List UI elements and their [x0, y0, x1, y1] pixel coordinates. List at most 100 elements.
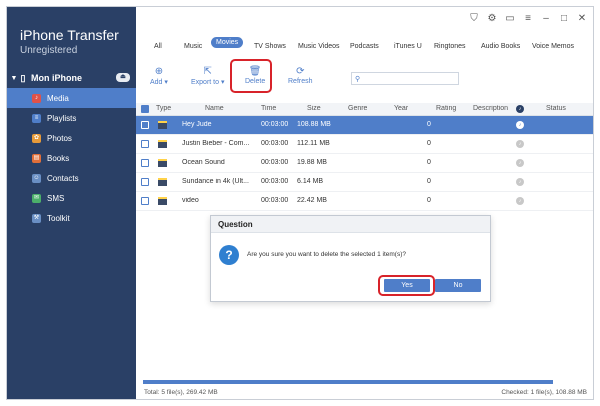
tab-all[interactable]: All [154, 43, 162, 50]
sidebar-item-media[interactable]: ♪ Media [7, 88, 136, 108]
sidebar-nav: ♪ Media ≡ Playlists ✿ Photos ▤ Books ☺ C… [7, 88, 136, 228]
cell-name: Justin Bieber - Com... [182, 140, 250, 147]
table-row[interactable]: Hey Jude 00:03:00 108.88 MB 0 ♪ [136, 116, 593, 135]
tab-ringtones[interactable]: Ringtones [434, 43, 466, 50]
sidebar-item-playlists[interactable]: ≡ Playlists [7, 108, 136, 128]
photos-icon: ✿ [32, 133, 41, 143]
sidebar-item-label: Contacts [47, 173, 79, 183]
table-row[interactable]: Ocean Sound 00:03:00 19.88 MB 0 ♪ [136, 154, 593, 173]
add-dropdown-icon[interactable]: ▾ [164, 79, 168, 86]
delete-highlight [230, 59, 272, 93]
question-icon: ? [219, 245, 239, 265]
movie-type-icon [158, 140, 167, 148]
menu-icon[interactable]: ≡ [523, 14, 533, 24]
sidebar: iPhone Transfer Unregistered ▼ ▯ Mon iPh… [7, 7, 136, 399]
tab-itunes-u[interactable]: iTunes U [394, 43, 422, 50]
tab-podcasts[interactable]: Podcasts [350, 43, 379, 50]
sync-status-icon: ♪ [516, 178, 524, 186]
col-status[interactable]: Status [546, 105, 566, 112]
table-row[interactable]: Justin Bieber - Com... 00:03:00 112.11 M… [136, 135, 593, 154]
row-checkbox[interactable] [141, 140, 149, 148]
cell-time: 00:03:00 [261, 197, 289, 204]
cell-name: Hey Jude [182, 121, 212, 128]
table-row[interactable]: Sundance in 4k (Ult... 00:03:00 6.14 MB … [136, 173, 593, 192]
phone-icon: ▯ [20, 72, 26, 83]
category-tabs: All Music Movies TV Shows Music Videos P… [136, 37, 593, 53]
row-checkbox[interactable] [141, 159, 149, 167]
col-description[interactable]: Description [473, 105, 508, 112]
tab-movies[interactable]: Movies [211, 37, 244, 48]
sidebar-item-sms[interactable]: ✉ SMS [7, 188, 136, 208]
add-icon: ⊕ [154, 66, 164, 77]
select-all-checkbox[interactable] [141, 105, 149, 113]
col-name[interactable]: Name [205, 105, 224, 112]
sidebar-item-contacts[interactable]: ☺ Contacts [7, 168, 136, 188]
yes-highlight [378, 275, 435, 296]
row-checkbox[interactable] [141, 178, 149, 186]
window-controls: ⛉ ⚙ ▭ ≡ – □ ✕ [469, 14, 587, 24]
sync-status-icon: ♪ [516, 121, 524, 129]
table-row[interactable]: video 00:03:00 22.42 MB 0 ♪ [136, 192, 593, 211]
no-button[interactable]: No [435, 279, 481, 292]
col-genre[interactable]: Genre [348, 105, 367, 112]
sidebar-item-toolkit[interactable]: ⚒ Toolkit [7, 208, 136, 228]
row-checkbox[interactable] [141, 197, 149, 205]
collapse-caret-icon[interactable]: ▼ [9, 75, 19, 82]
cell-rating: 0 [427, 178, 431, 185]
settings-icon[interactable]: ⚙ [487, 14, 497, 24]
feedback-icon[interactable]: ▭ [505, 14, 515, 24]
export-button[interactable]: ⇱ Export to ▾ [191, 65, 224, 86]
sidebar-item-label: Toolkit [47, 213, 70, 223]
eject-icon[interactable]: ⏏ [116, 73, 130, 82]
sms-icon: ✉ [32, 193, 41, 203]
cell-time: 00:03:00 [261, 140, 289, 147]
col-size[interactable]: Size [307, 105, 321, 112]
col-rating[interactable]: Rating [436, 105, 456, 112]
col-year[interactable]: Year [394, 105, 408, 112]
cell-rating: 0 [427, 159, 431, 166]
sidebar-item-books[interactable]: ▤ Books [7, 148, 136, 168]
cell-name: video [182, 197, 199, 204]
row-checkbox[interactable] [141, 121, 149, 129]
device-row[interactable]: ▼ ▯ Mon iPhone ⏏ [7, 70, 136, 86]
tab-tv-shows[interactable]: TV Shows [254, 43, 286, 50]
cell-size: 112.11 MB [297, 140, 330, 147]
search-input[interactable] [363, 75, 454, 82]
cell-time: 00:03:00 [261, 159, 289, 166]
close-icon[interactable]: ✕ [577, 14, 587, 24]
refresh-button[interactable]: ⟳ Refresh [288, 65, 313, 85]
checked-files: Checked: 1 file(s), 108.88 MB [501, 389, 587, 396]
books-icon: ▤ [32, 153, 41, 163]
table-header: Type Name Time Size Genre Year Rating De… [136, 103, 593, 116]
add-button[interactable]: ⊕ Add ▾ [150, 65, 168, 86]
sync-status-icon: ♪ [516, 197, 524, 205]
app-title: iPhone Transfer [20, 27, 119, 43]
movie-type-icon [158, 178, 167, 186]
export-dropdown-icon[interactable]: ▾ [221, 79, 225, 86]
maximize-icon[interactable]: □ [559, 14, 569, 24]
minimize-icon[interactable]: – [541, 14, 551, 24]
tab-audio-books[interactable]: Audio Books [481, 43, 520, 50]
cell-name: Sundance in 4k (Ult... [182, 178, 249, 185]
tab-voice-memos[interactable]: Voice Memos [532, 43, 574, 50]
media-icon: ♪ [32, 93, 41, 103]
movie-type-icon [158, 197, 167, 205]
storage-bar-fill [143, 380, 553, 384]
tab-music-videos[interactable]: Music Videos [298, 43, 340, 50]
search-box[interactable]: ⚲ [351, 72, 459, 85]
device-name: Mon iPhone [31, 73, 82, 83]
search-icon: ⚲ [355, 75, 361, 83]
col-time[interactable]: Time [261, 105, 276, 112]
playlists-icon: ≡ [32, 113, 41, 123]
title-bar: ⛉ ⚙ ▭ ≡ – □ ✕ [136, 7, 593, 33]
registration-status: Unregistered [20, 45, 78, 56]
sync-status-icon: ♪ [516, 105, 524, 113]
sidebar-item-photos[interactable]: ✿ Photos [7, 128, 136, 148]
sidebar-item-label: SMS [47, 193, 65, 203]
col-type[interactable]: Type [156, 105, 171, 112]
shop-icon[interactable]: ⛉ [469, 14, 479, 24]
tab-music[interactable]: Music [184, 43, 202, 50]
cell-size: 19.88 MB [297, 159, 327, 166]
cell-rating: 0 [427, 197, 431, 204]
sidebar-item-label: Books [47, 153, 70, 163]
